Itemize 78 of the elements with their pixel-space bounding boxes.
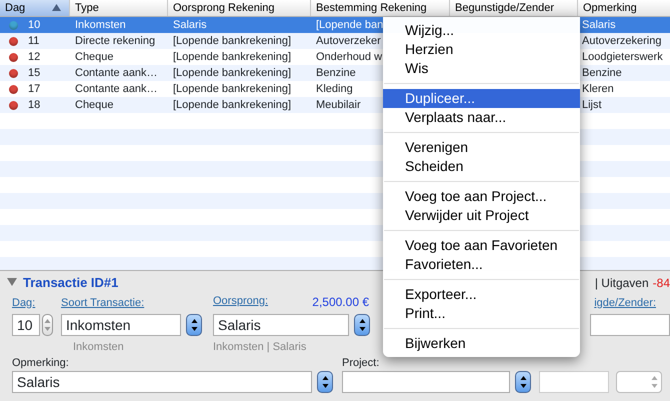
table-cell: Inkomsten — [75, 19, 126, 31]
table-cell: Kleding — [316, 83, 353, 95]
menu-item[interactable]: Dupliceer... — [383, 89, 580, 108]
field-label[interactable]: Oorsprong: — [213, 293, 268, 311]
column-header[interactable]: Type — [70, 0, 168, 16]
table-cell: [Lopende ban — [316, 19, 384, 31]
table-cell-text: 18 — [28, 98, 40, 113]
column-header[interactable]: Begunstigde/Zender — [450, 0, 578, 16]
day-stepper[interactable] — [42, 314, 53, 336]
stepper-arrows-icon — [520, 375, 526, 389]
type-hint: Inkomsten — [73, 341, 124, 353]
table-cell: Autoverzekering — [582, 35, 662, 47]
origin-hint: Inkomsten | Salaris — [213, 341, 306, 353]
popup-button[interactable] — [616, 371, 662, 393]
table-cell-text: 10 — [28, 18, 40, 33]
origin-field[interactable]: Salaris — [213, 314, 349, 336]
column-header[interactable]: Opmerking — [578, 0, 670, 16]
day-field[interactable]: 10 — [12, 314, 40, 336]
text-field[interactable] — [539, 371, 609, 393]
field-label: Opmerking: — [12, 357, 69, 369]
sort-arrow-icon — [52, 4, 61, 11]
menu-item[interactable]: Exporteer... — [383, 285, 580, 304]
menu-item[interactable]: Bijwerken — [383, 334, 580, 353]
table-cell: Cheque — [75, 51, 114, 63]
table-cell-text: 17 — [28, 82, 40, 97]
table-cell: [Lopende bankrekening] — [173, 99, 292, 111]
table-cell: Lijst — [582, 99, 602, 111]
table-cell: [Lopende bankrekening] — [173, 67, 292, 79]
column-header[interactable]: Bestemming Rekening — [311, 0, 450, 16]
origin-stepper[interactable] — [354, 314, 370, 336]
column-header[interactable]: Dag — [0, 0, 70, 16]
field-label: Project: — [342, 356, 380, 369]
table-cell: Benzine — [316, 67, 356, 79]
field-label[interactable]: igde/Zender: — [594, 294, 656, 311]
table-cell: [Lopende bankrekening] — [173, 35, 292, 47]
table-cell: Benzine — [582, 67, 622, 79]
menu-item[interactable]: Scheiden — [383, 157, 580, 176]
table-cell: [Lopende bankrekening] — [173, 83, 292, 95]
field-label[interactable]: Soort Transactie: — [61, 296, 144, 308]
stepper-arrows-icon — [322, 375, 328, 389]
table-cell: Cheque — [75, 99, 114, 111]
table-cell: Contante aank… — [75, 67, 158, 79]
amount-label: 2,500.00 € — [312, 294, 369, 311]
table-cell-text: 11 — [28, 34, 40, 49]
type-stepper[interactable] — [186, 314, 202, 336]
table-cell: Autoverzeker — [316, 35, 381, 47]
menu-item[interactable]: Voeg toe aan Favorieten — [383, 236, 580, 255]
table-cell: Meubilair — [316, 99, 361, 111]
summary-amount: -84 — [652, 275, 670, 292]
table-cell: Salaris — [173, 19, 207, 31]
table-cell: Contante aank… — [75, 83, 158, 95]
project-stepper[interactable] — [515, 371, 531, 393]
table-cell: [Lopende bankrekening] — [173, 51, 292, 63]
remark-stepper[interactable] — [317, 371, 333, 393]
summary-label: | Uitgaven — [594, 275, 649, 292]
stepper-arrows-icon — [190, 318, 198, 332]
type-field[interactable]: Inkomsten — [61, 314, 181, 336]
remark-field[interactable]: Salaris — [12, 371, 312, 393]
menu-item[interactable]: Print... — [383, 304, 580, 323]
table-cell-text: 12 — [28, 50, 40, 65]
stepper-arrows-icon — [651, 375, 658, 389]
payee-field[interactable] — [590, 314, 670, 336]
menu-item[interactable]: Voeg toe aan Project... — [383, 187, 580, 206]
table-cell: Directe rekening — [75, 35, 156, 47]
stepper-arrows-icon — [358, 318, 366, 332]
table-cell: Salaris — [582, 19, 616, 31]
stepper-arrows-icon — [44, 318, 51, 332]
table-cell: Kleren — [582, 83, 614, 95]
field-label[interactable]: Dag: — [12, 296, 36, 308]
menu-item[interactable]: Favorieten... — [383, 255, 580, 274]
menu-item[interactable]: Verwijder uit Project — [383, 206, 580, 225]
table-cell: Loodgieterswerk — [582, 51, 663, 63]
menu-item[interactable]: Verenigen — [383, 138, 580, 157]
project-field[interactable] — [342, 371, 510, 393]
table-cell: Onderhoud w — [316, 51, 382, 63]
section-title: Transactie ID#1 — [23, 274, 118, 292]
table-cell-text: 15 — [28, 66, 40, 81]
column-header[interactable]: Oorsprong Rekening — [168, 0, 311, 16]
